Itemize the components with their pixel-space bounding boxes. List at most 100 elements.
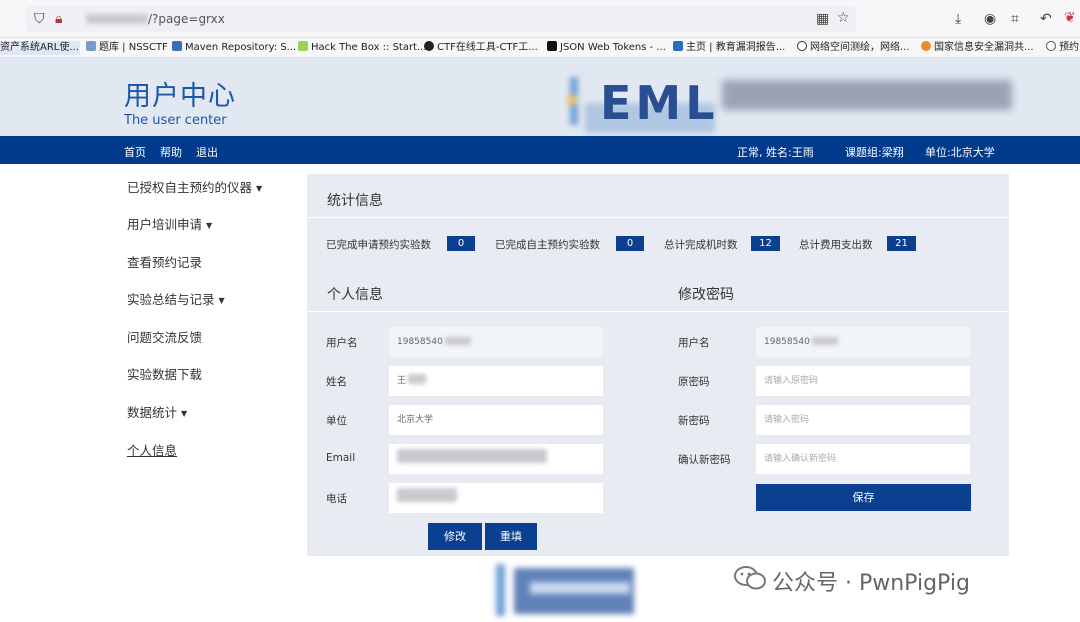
save-button[interactable]: 保存 — [756, 484, 971, 511]
bookmark-item[interactable]: 主页 | 教育漏洞报告... — [673, 41, 785, 55]
email-field[interactable] — [389, 444, 603, 474]
bookmark-favicon-icon — [298, 41, 308, 51]
bookmark-label: 主页 | 教育漏洞报告... — [686, 42, 786, 53]
name-label: 姓名 — [326, 376, 347, 388]
bookmark-favicon-icon — [921, 41, 931, 51]
page-subtitle: The user center — [124, 113, 227, 128]
sidebar-item-label: 问题交流反馈 — [127, 330, 203, 345]
bookmark-favicon-icon — [424, 41, 434, 51]
bookmark-label: 国家信息安全漏洞共... — [934, 42, 1034, 53]
name-value: 王 — [397, 376, 407, 386]
nav-logout[interactable]: 退出 — [196, 144, 218, 160]
watermark-text: 公众号 · PwnPigPig — [772, 571, 970, 596]
sidebar-item-personal-info[interactable]: 个人信息 — [127, 440, 177, 459]
sidebar-item-statistics[interactable]: 数据统计 ▼ — [127, 402, 187, 421]
sidebar-item-label: 已授权自主预约的仪器 — [127, 180, 253, 195]
redacted — [397, 488, 457, 502]
bookmark-item[interactable]: 网络空间测绘，网络... — [797, 41, 910, 55]
bookmark-item[interactable]: Hack The Box :: Start... — [298, 41, 427, 55]
stat-label: 总计完成机时数 — [664, 239, 738, 251]
url-text[interactable]: /?page=grxx — [148, 12, 225, 26]
redacted — [397, 449, 547, 463]
confirm-password-input[interactable]: 请输入确认新密码 — [756, 444, 970, 474]
qr-code-icon[interactable]: ▦ — [816, 12, 829, 26]
sidebar-item-data-download[interactable]: 实验数据下载 — [127, 364, 202, 383]
modify-button[interactable]: 修改 — [428, 523, 482, 550]
sidebar-item-label: 数据统计 — [127, 405, 178, 420]
new-password-placeholder: 请输入密码 — [764, 415, 810, 425]
sidebar-item-training[interactable]: 用户培训申请 ▼ — [127, 214, 212, 233]
phone-label: 电话 — [326, 493, 347, 505]
change-password-heading: 修改密码 — [678, 287, 734, 303]
nav-home[interactable]: 首页 — [124, 144, 146, 160]
star-icon[interactable]: ☆ — [837, 11, 850, 25]
download-icon[interactable]: ⤓ — [955, 12, 961, 26]
sidebar-item-label: 实验总结与记录 — [127, 292, 215, 307]
main-nav: 首页 帮助 退出 正常, 姓名:王雨 课题组:梁翔 单位:北京大学 — [0, 136, 1080, 164]
back-arrow-icon[interactable]: ↶ — [1040, 12, 1052, 26]
bookmark-label: 资产系统ARL使... — [0, 42, 79, 53]
email-label: Email — [326, 452, 356, 464]
bookmark-label: JSON Web Tokens - ... — [560, 42, 666, 53]
phone-field[interactable] — [389, 483, 603, 513]
crop-icon[interactable]: ⌗ — [1011, 12, 1019, 26]
bookmark-label: 预约 — [1059, 42, 1079, 53]
stats-heading: 统计信息 — [327, 193, 383, 209]
caret-down-icon: ▼ — [256, 184, 263, 193]
pw-username-value: 19858540 — [764, 337, 810, 347]
footer-logo — [496, 564, 634, 616]
sidebar-item-feedback[interactable]: 问题交流反馈 — [127, 327, 202, 346]
bookmark-item[interactable]: 国家信息安全漏洞共... — [921, 41, 1034, 55]
old-password-input[interactable]: 请输入原密码 — [756, 366, 970, 396]
stat-label: 已完成申请预约实验数 — [326, 239, 431, 251]
confirm-password-label: 确认新密码 — [678, 454, 731, 466]
pw-username-label: 用户名 — [678, 337, 710, 349]
unit-label: 单位 — [326, 415, 347, 427]
old-password-label: 原密码 — [678, 376, 710, 388]
bookmark-item[interactable]: 题库 | NSSCTF — [86, 41, 168, 55]
bookmark-label: CTF在线工具-CTF工... — [437, 42, 538, 53]
stat-badge: 0 — [616, 236, 644, 251]
bookmark-favicon-icon — [86, 41, 96, 51]
url-redacted — [86, 14, 148, 24]
user-status: 正常, 姓名:王雨 — [737, 146, 814, 159]
redacted — [408, 374, 427, 384]
bookmark-item[interactable]: Maven Repository: S... — [172, 41, 296, 55]
bookmark-label: 题库 | NSSCTF — [99, 42, 168, 53]
sidebar-item-authorized-instruments[interactable]: 已授权自主预约的仪器 ▼ — [127, 177, 262, 196]
sidebar-item-label: 个人信息 — [127, 443, 178, 458]
bookmark-favicon-icon — [547, 41, 557, 51]
lock-icon[interactable]: 🔒︎ — [55, 12, 62, 26]
username-field: 19858540 — [389, 327, 603, 357]
nav-help[interactable]: 帮助 — [160, 144, 182, 160]
sidebar-item-label: 实验数据下载 — [127, 367, 203, 382]
shield-icon[interactable]: ⛉ — [34, 12, 45, 26]
stat-badge: 12 — [751, 236, 780, 251]
new-password-label: 新密码 — [678, 415, 710, 427]
bookmark-item[interactable]: JSON Web Tokens - ... — [547, 41, 666, 55]
bookmark-favicon-icon — [172, 41, 182, 51]
bookmark-item[interactable]: 资产系统ARL使... — [0, 41, 80, 55]
new-password-input[interactable]: 请输入密码 — [756, 405, 970, 435]
globe-icon — [1046, 41, 1056, 51]
unit-value: 北京大学 — [397, 415, 434, 425]
reset-button[interactable]: 重填 — [485, 523, 537, 550]
unit-field[interactable]: 北京大学 — [389, 405, 603, 435]
caret-down-icon: ▼ — [218, 296, 225, 305]
confirm-password-placeholder: 请输入确认新密码 — [764, 454, 837, 464]
logo-text: EML — [600, 76, 719, 130]
redacted — [811, 337, 838, 345]
extension-icon[interactable]: ❦ — [1064, 11, 1076, 25]
sidebar-item-reservations[interactable]: 查看预约记录 — [127, 252, 202, 271]
bookmarks-bar: 资产系统ARL使... 题库 | NSSCTF Maven Repository… — [0, 38, 1080, 58]
account-icon[interactable]: ◉ — [984, 12, 996, 26]
bookmark-favicon-icon — [797, 41, 807, 51]
bookmark-item[interactable]: 预约 — [1046, 41, 1079, 55]
sidebar-item-experiment-summary[interactable]: 实验总结与记录 ▼ — [127, 289, 225, 308]
sidebar-item-label: 用户培训申请 — [127, 217, 203, 232]
name-field[interactable]: 王 — [389, 366, 603, 396]
wechat-icon — [734, 566, 766, 590]
divider — [307, 311, 1009, 312]
user-unit: 单位:北京大学 — [925, 146, 995, 159]
bookmark-item[interactable]: CTF在线工具-CTF工... — [424, 41, 538, 55]
